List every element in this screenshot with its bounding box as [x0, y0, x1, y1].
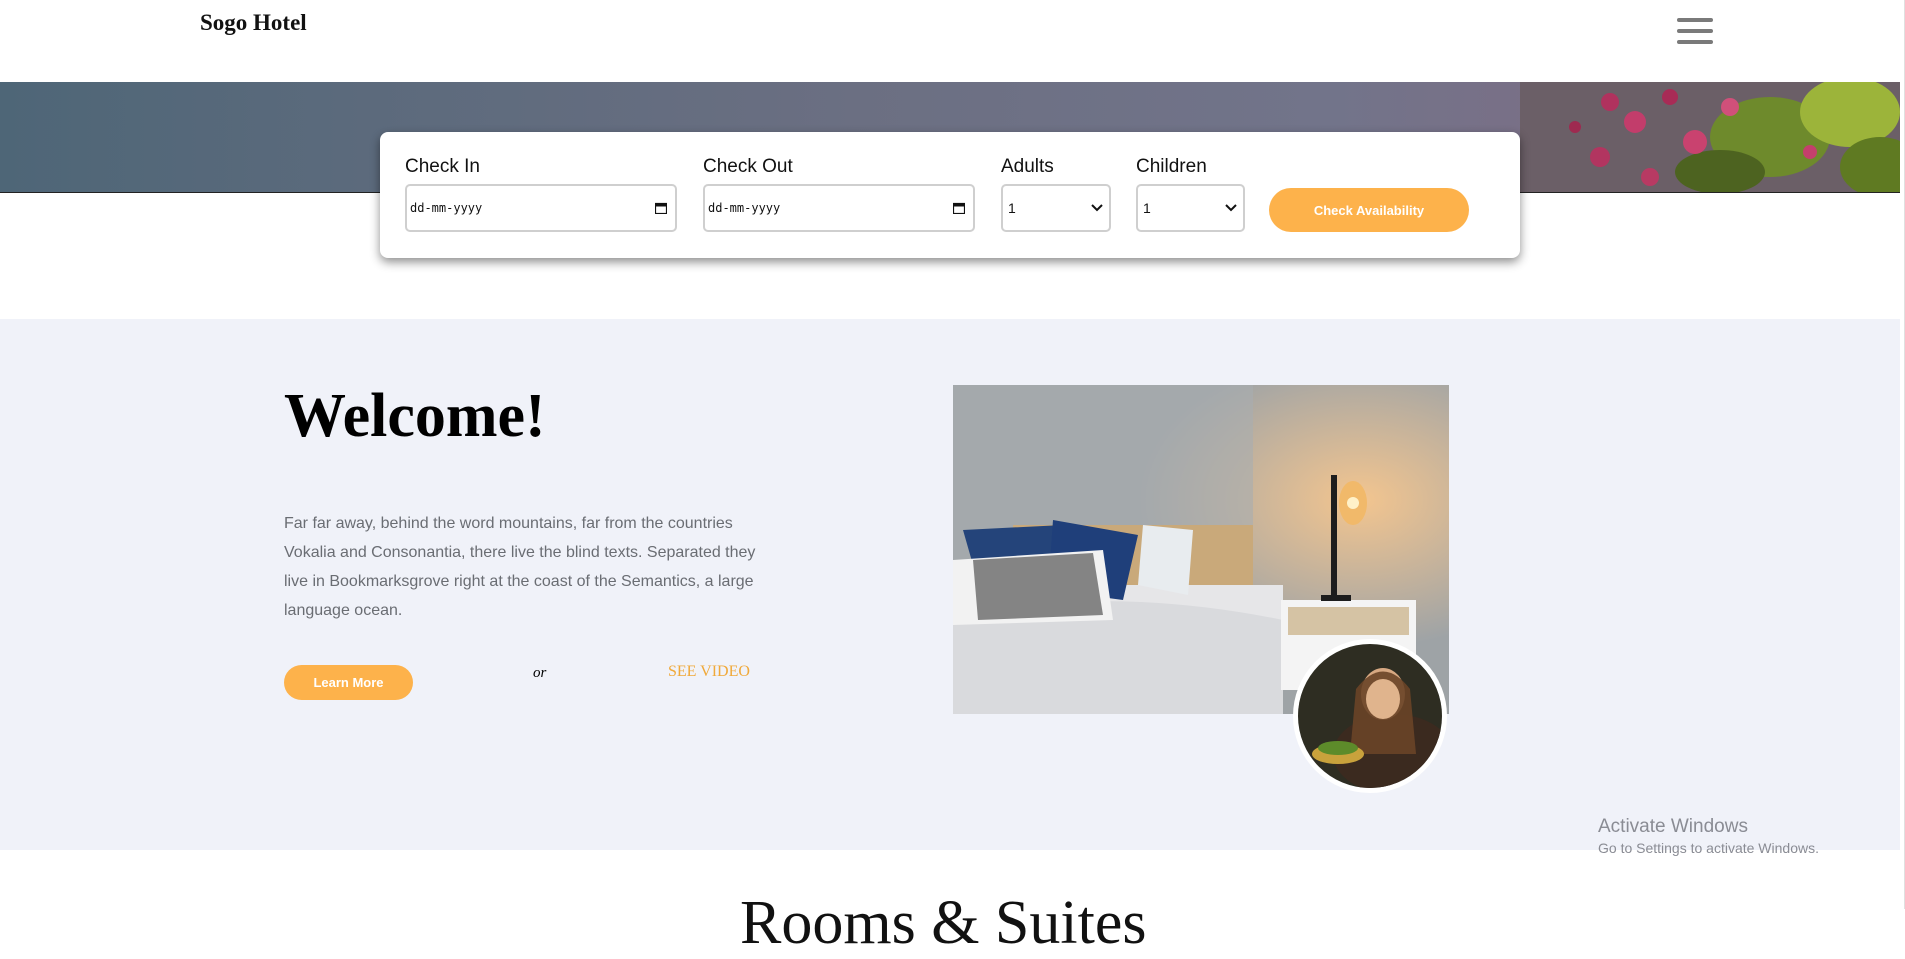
- welcome-section: Welcome! Far far away, behind the word m…: [0, 319, 1900, 850]
- check-out-label: Check Out: [703, 156, 793, 177]
- site-header: Sogo Hotel: [0, 0, 1900, 82]
- brand-logo[interactable]: Sogo Hotel: [200, 10, 307, 36]
- hamburger-icon[interactable]: [1677, 16, 1713, 48]
- check-availability-button[interactable]: Check Availability: [1269, 188, 1469, 232]
- chevron-down-icon: [1091, 204, 1103, 212]
- children-label: Children: [1136, 156, 1207, 177]
- calendar-icon[interactable]: [655, 202, 667, 214]
- activate-windows-title: Activate Windows: [1598, 816, 1748, 837]
- see-video-link[interactable]: SEE VIDEO: [668, 663, 750, 681]
- activate-windows-subtitle: Go to Settings to activate Windows.: [1598, 840, 1819, 856]
- check-in-input[interactable]: dd-mm-yyyy: [405, 184, 677, 232]
- calendar-icon[interactable]: [953, 202, 965, 214]
- check-out-input[interactable]: dd-mm-yyyy: [703, 184, 975, 232]
- booking-form: Check In dd-mm-yyyy Check Out dd-mm-yyyy…: [380, 132, 1520, 258]
- check-in-value: dd-mm-yyyy: [410, 201, 483, 215]
- flowers-image: [1520, 82, 1900, 192]
- check-in-label: Check In: [405, 156, 480, 177]
- adults-value: 1: [1008, 200, 1016, 216]
- children-value: 1: [1143, 200, 1151, 216]
- rooms-suites-heading: Rooms & Suites: [740, 889, 1147, 957]
- welcome-title: Welcome!: [284, 382, 546, 450]
- children-select[interactable]: 1: [1136, 184, 1245, 232]
- chevron-down-icon: [1225, 204, 1237, 212]
- learn-more-button[interactable]: Learn More: [284, 665, 413, 700]
- or-label: or: [533, 665, 547, 681]
- check-out-value: dd-mm-yyyy: [708, 201, 781, 215]
- windows-activation-watermark: Activate Windows Go to Settings to activ…: [1598, 816, 1819, 856]
- adults-label: Adults: [1001, 156, 1054, 177]
- welcome-paragraph: Far far away, behind the word mountains,…: [284, 515, 756, 619]
- adults-select[interactable]: 1: [1001, 184, 1111, 232]
- guest-avatar: [1293, 639, 1447, 793]
